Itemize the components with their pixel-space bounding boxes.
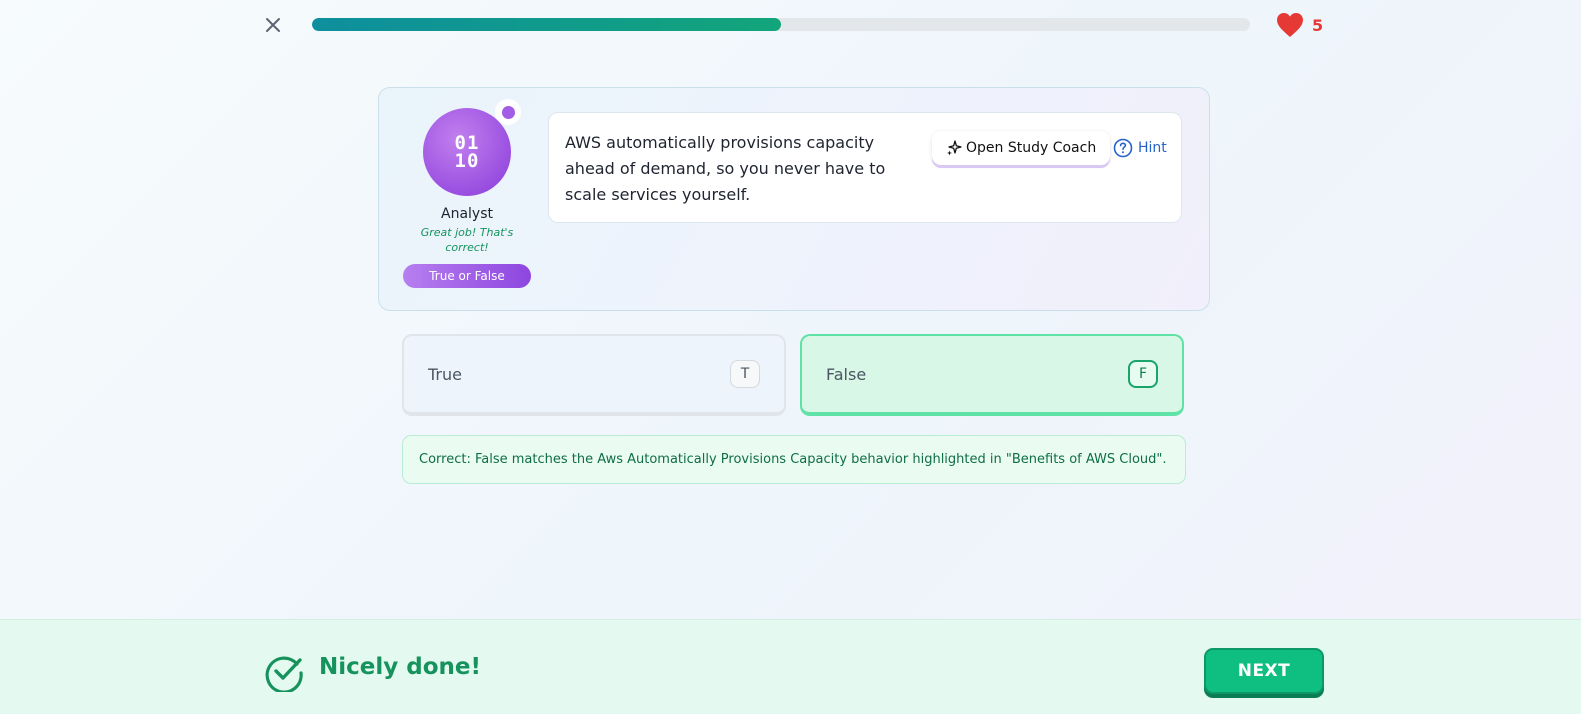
avatar-glyph: 01 10 [454,132,480,172]
option-key-badge: T [730,360,760,388]
option-key-badge: F [1128,360,1158,388]
heart-icon [1277,13,1303,37]
result-message: Nicely done! [319,654,481,680]
progress-fill [312,18,781,31]
sparkles-icon [947,140,962,156]
feedback-text: Correct: False matches the Aws Automatic… [419,452,1167,467]
avatar: 01 10 [423,99,521,196]
open-study-coach-label: Open Study Coach [966,140,1097,156]
check-circle-icon [265,656,303,692]
character-panel: 01 10 Analyst Great job! That's correct!… [403,99,531,288]
question-circle-icon [1113,138,1133,158]
option-label: False [826,364,867,384]
lives-count: 5 [1312,15,1324,35]
question-bubble: AWS automatically provisions capacity ah… [548,112,1182,223]
footer-bar: Nicely done! NEXT [0,619,1581,714]
close-icon [266,18,280,32]
close-button[interactable] [262,14,284,36]
option-label: True [428,364,462,384]
progress-bar [312,18,1250,31]
next-button[interactable]: NEXT [1204,648,1324,694]
character-name: Analyst [441,206,493,222]
option-false[interactable]: False F [800,334,1184,416]
question-card: 01 10 Analyst Great job! That's correct!… [378,87,1210,311]
hint-label: Hint [1138,140,1167,156]
feedback-message: Correct: False matches the Aws Automatic… [402,435,1186,484]
open-study-coach-button[interactable]: Open Study Coach [932,131,1111,165]
question-text: AWS automatically provisions capacity ah… [565,133,886,204]
option-true[interactable]: True T [402,334,786,416]
character-message: Great job! That's correct! [420,226,514,254]
avatar-status-dot [495,99,521,125]
question-type-badge: True or False [403,264,531,288]
lives-indicator: 5 [1276,11,1323,39]
hint-button[interactable]: Hint [1113,135,1167,161]
